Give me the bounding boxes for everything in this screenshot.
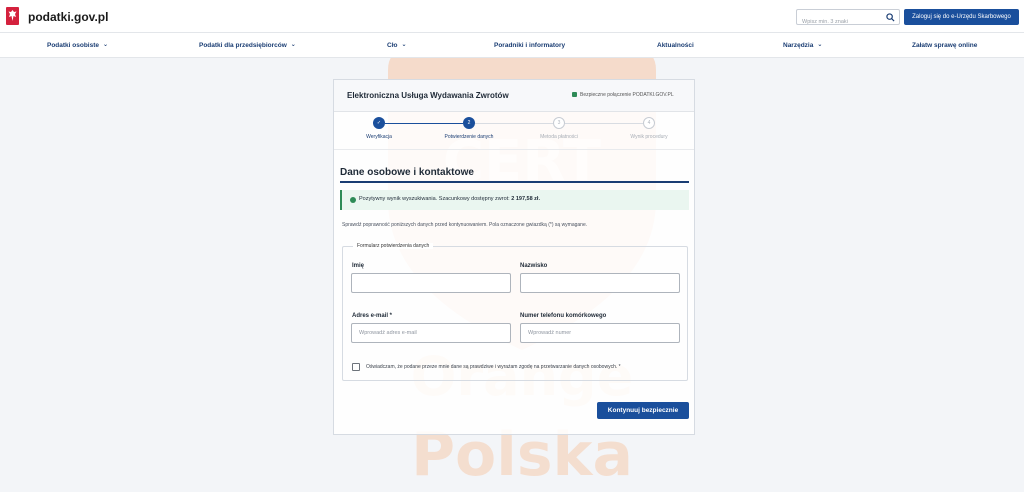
consent-label[interactable]: Oświadczam, że podane przeze mnie dane s… [366,364,621,370]
site-brand-link[interactable]: podatki.gov.pl [28,10,108,24]
top-header: podatki.gov.pl Zaloguj się do e-Urzędu S… [0,0,1024,32]
chevron-down-icon: ⌄ [401,42,407,48]
alert-text: Pozytywny wynik wyszukiwania. Szacunkowy… [359,196,540,202]
refund-amount: 2 197,58 zł. [511,196,540,202]
card-header: Elektroniczna Usługa Wydawania Zwrotów B… [334,80,694,112]
first-name-field[interactable] [351,273,511,293]
first-name-label: Imię [352,263,365,269]
check-circle-icon [350,197,356,203]
step-connector-pending [475,123,553,124]
step-3-indicator: 3 [553,117,565,129]
site-search [796,9,900,29]
login-e-urzad-button[interactable]: Zaloguj się do e-Urzędu Skarbowego [904,9,1019,25]
nav-item-poradniki[interactable]: Poradniki i informatory [494,42,565,49]
step-1-label: Weryfikacja [366,134,392,140]
fieldset-legend: Formularz potwierdzenia danych [353,243,434,249]
section-title: Dane osobowe i kontaktowe [340,167,474,178]
nav-item-aktualnosci[interactable]: Aktualności [657,42,694,49]
nav-item-podatki-osobiste[interactable]: Podatki osobiste ⌄ [47,42,108,49]
nav-item-label: Narzędzia [783,42,814,49]
nav-item-label: Poradniki i informatory [494,42,566,49]
nav-item-label: Podatki osobiste [47,42,100,49]
section-divider [340,181,689,183]
nav-item-zalatw-sprawe[interactable]: Załatw sprawę online [912,42,977,49]
step-4-label: Wynik procedury [630,134,668,140]
nav-item-narzedzia[interactable]: Narzędzia ⌄ [783,42,822,49]
step-3-label: Metoda płatności [540,134,578,140]
last-name-field[interactable] [520,273,680,293]
phone-field[interactable] [520,323,680,343]
confirmation-fieldset: Formularz potwierdzenia danych Imię Nazw… [342,243,688,381]
secure-connection-label: Bezpieczne połączenie PODATKI.GOV.PL [580,92,674,98]
nav-item-label: Podatki dla przedsiębiorców [199,42,287,49]
form-instructions: Sprawdź poprawność poniższych danych prz… [342,222,588,228]
card-title: Elektroniczna Usługa Wydawania Zwrotów [347,91,509,100]
chevron-down-icon: ⌄ [290,42,296,48]
step-connector-done [385,123,463,124]
continue-securely-button[interactable]: Kontynuuj bezpiecznie [597,402,689,419]
secure-connection-badge: Bezpieczne połączenie PODATKI.GOV.PL [572,92,674,98]
nav-item-label: Załatw sprawę online [912,42,978,49]
success-alert: Pozytywny wynik wyszukiwania. Szacunkowy… [340,190,689,210]
nav-item-podatki-dla-przedsiebiorcow[interactable]: Podatki dla przedsiębiorców ⌄ [199,42,296,49]
email-label: Adres e-mail * [352,313,393,319]
step-2-label: Potwierdzenie danych [444,134,494,140]
step-connector-pending [565,123,643,124]
step-2-indicator: 2 [463,117,475,129]
main-navigation: Podatki osobiste ⌄ Podatki dla przedsiębi… [0,32,1024,58]
lock-icon [572,92,577,97]
refund-service-card: Elektroniczna Usługa Wydawania Zwrotów B… [333,79,695,435]
chevron-down-icon: ⌄ [817,42,823,48]
chevron-down-icon: ⌄ [103,42,109,48]
progress-stepper: ✓ 2 3 4 Weryfikacja Potwierdzenie danych… [334,115,694,150]
last-name-label: Nazwisko [520,263,548,269]
search-input[interactable] [797,15,883,29]
email-field[interactable] [351,323,511,343]
alert-prefix: Pozytywny wynik wyszukiwania. Szacunkowy… [359,196,510,202]
step-4-indicator: 4 [643,117,655,129]
polish-eagle-logo-icon[interactable] [6,7,19,25]
nav-item-label: Cło [387,42,398,49]
step-1-check-icon: ✓ [373,117,385,129]
nav-item-label: Aktualności [657,42,694,49]
nav-item-clo[interactable]: Cło ⌄ [387,42,407,49]
consent-checkbox[interactable] [352,363,360,371]
search-icon[interactable] [886,13,895,22]
phone-label: Numer telefonu komórkowego [520,313,607,319]
